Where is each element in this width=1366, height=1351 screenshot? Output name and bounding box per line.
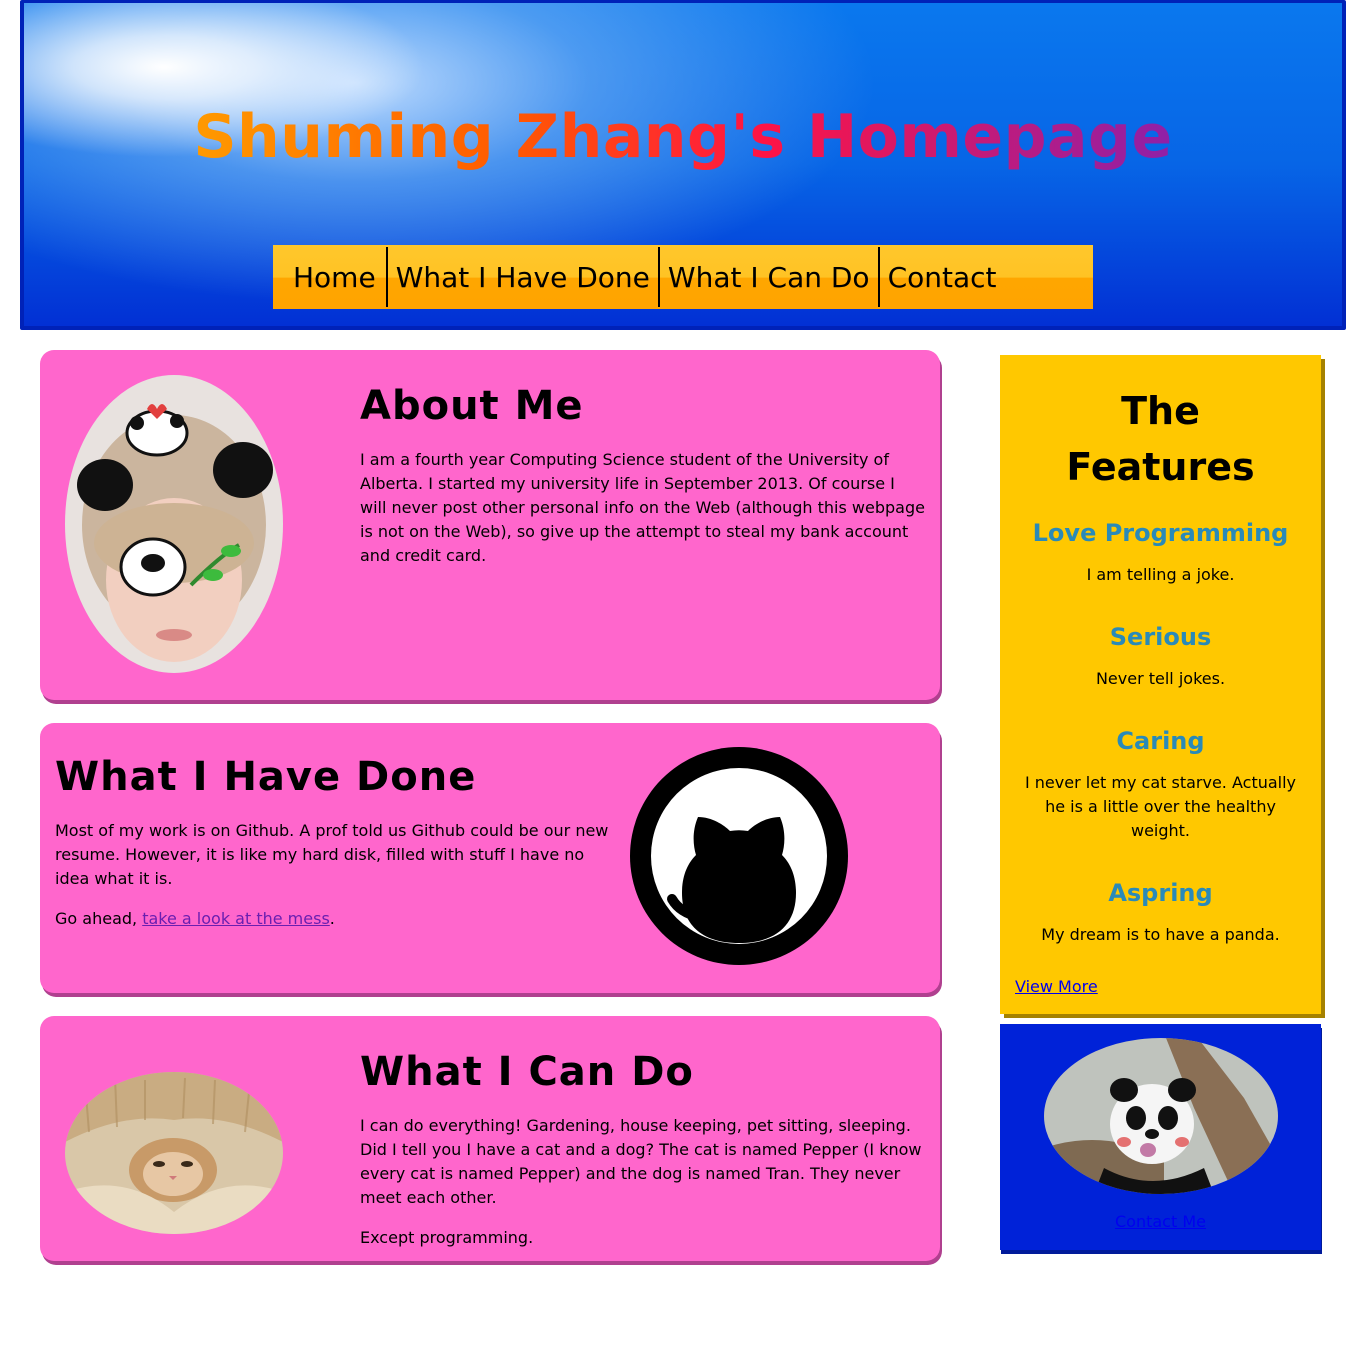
- done-card: What I Have Done Most of my work is on G…: [40, 723, 940, 993]
- done-heading: What I Have Done: [55, 754, 477, 800]
- features-title: The Features: [1066, 389, 1255, 489]
- github-link[interactable]: take a look at the mess: [142, 909, 330, 928]
- nav-item-what-i-have-done[interactable]: What I Have Done: [388, 247, 660, 307]
- profile-photo-image: [65, 375, 283, 673]
- can-heading: What I Can Do: [360, 1049, 694, 1095]
- about-text-block: About Me I am a fourth year Computing Sc…: [360, 382, 926, 584]
- contact-me-link[interactable]: Contact Me: [1000, 1212, 1321, 1231]
- feature-heading-serious: Serious: [1109, 623, 1212, 651]
- feature-text-aspring: My dream is to have a panda.: [1041, 925, 1280, 944]
- done-paragraph: Most of my work is on Github. A prof tol…: [55, 821, 609, 888]
- can-card: What I Can Do I can do everything! Garde…: [40, 1016, 940, 1261]
- nav-item-home[interactable]: Home: [287, 247, 388, 307]
- view-more-link[interactable]: View More: [1015, 977, 1098, 996]
- about-heading: About Me: [360, 383, 584, 429]
- about-paragraph: I am a fourth year Computing Science stu…: [360, 450, 925, 565]
- site-title: Shuming Zhang's Homepage: [24, 95, 1342, 179]
- about-card: About Me I am a fourth year Computing Sc…: [40, 350, 940, 700]
- features-sidebar: The Features Love Programming I am telli…: [1000, 355, 1321, 1014]
- site-header: Shuming Zhang's Homepage Home What I Hav…: [20, 0, 1346, 330]
- done-cta-line: Go ahead, take a look at the mess.: [55, 907, 615, 931]
- contact-box: Contact Me: [1000, 1024, 1321, 1250]
- site-title-text: Shuming Zhang's Homepage: [193, 102, 1173, 172]
- can-text-block: What I Can Do I can do everything! Garde…: [360, 1048, 926, 1266]
- github-logo-icon: [630, 747, 848, 965]
- panda-photo-image: [1044, 1038, 1278, 1194]
- done-cta-suffix: .: [329, 909, 335, 928]
- can-paragraph-2: Except programming.: [360, 1228, 534, 1247]
- feature-text-love-programming: I am telling a joke.: [1086, 565, 1235, 584]
- done-text-block: What I Have Done Most of my work is on G…: [55, 753, 615, 947]
- main-nav: Home What I Have Done What I Can Do Cont…: [273, 245, 1093, 309]
- panda-photo: [1044, 1038, 1278, 1194]
- feature-heading-love-programming: Love Programming: [1032, 519, 1289, 547]
- nav-item-what-i-can-do[interactable]: What I Can Do: [660, 247, 880, 307]
- feature-heading-caring: Caring: [1116, 727, 1205, 755]
- feature-heading-aspring: Aspring: [1108, 879, 1213, 907]
- profile-photo: [65, 375, 283, 673]
- cat-photo-image: [65, 1072, 283, 1234]
- can-paragraph: I can do everything! Gardening, house ke…: [360, 1116, 922, 1207]
- done-cta-prefix: Go ahead,: [55, 909, 143, 928]
- feature-text-caring: I never let my cat starve. Actually he i…: [1024, 773, 1297, 840]
- cat-photo: [65, 1072, 283, 1234]
- feature-text-serious: Never tell jokes.: [1095, 669, 1226, 688]
- nav-item-contact[interactable]: Contact: [880, 247, 1005, 307]
